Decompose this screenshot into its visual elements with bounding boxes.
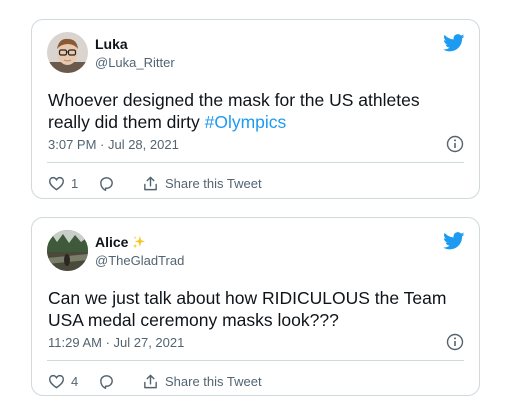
share-button[interactable]: Share this Tweet bbox=[142, 175, 262, 192]
like-count: 4 bbox=[71, 373, 79, 389]
action-bar: 1 Share this Tweet bbox=[48, 173, 262, 193]
tweet-card[interactable]: Luka @Luka_Ritter Whoever designed the m… bbox=[31, 19, 480, 199]
timestamp[interactable]: 11:29 AM · Jul 27, 2021 bbox=[48, 335, 184, 350]
share-label: Share this Tweet bbox=[165, 175, 262, 191]
reply-icon bbox=[100, 374, 113, 389]
tweet-text: Whoever designed the mask for the US ath… bbox=[48, 89, 458, 133]
tweet-card[interactable]: Alice @TheGladTrad Can we just talk abou… bbox=[31, 217, 480, 396]
like-button[interactable]: 4 bbox=[48, 373, 98, 390]
timestamp[interactable]: 3:07 PM · Jul 28, 2021 bbox=[48, 137, 179, 152]
share-button[interactable]: Share this Tweet bbox=[142, 373, 262, 390]
divider bbox=[47, 360, 464, 361]
sparkles-icon bbox=[133, 235, 146, 249]
info-icon[interactable] bbox=[446, 135, 464, 153]
twitter-bird-icon[interactable] bbox=[443, 232, 465, 250]
user-handle[interactable]: @Luka_Ritter bbox=[95, 55, 175, 70]
reply-icon bbox=[100, 176, 113, 191]
user-handle[interactable]: @TheGladTrad bbox=[95, 253, 184, 268]
avatar[interactable] bbox=[47, 230, 88, 271]
heart-icon bbox=[48, 374, 65, 389]
avatar[interactable] bbox=[47, 32, 88, 73]
like-button[interactable]: 1 bbox=[48, 175, 98, 192]
share-label: Share this Tweet bbox=[165, 373, 262, 389]
hashtag-link[interactable]: #Olympics bbox=[205, 112, 287, 132]
info-icon[interactable] bbox=[446, 333, 464, 351]
share-icon bbox=[144, 374, 157, 388]
twitter-bird-icon[interactable] bbox=[443, 34, 465, 52]
display-name[interactable]: Alice bbox=[95, 234, 128, 250]
share-icon bbox=[144, 176, 157, 190]
reply-button[interactable] bbox=[98, 373, 142, 390]
tweet-body: Can we just talk about how RIDICULOUS th… bbox=[48, 288, 447, 330]
heart-icon bbox=[48, 176, 65, 191]
display-name[interactable]: Luka bbox=[95, 36, 128, 52]
like-count: 1 bbox=[71, 175, 79, 191]
tweet-text: Can we just talk about how RIDICULOUS th… bbox=[48, 287, 458, 331]
divider bbox=[47, 162, 464, 163]
reply-button[interactable] bbox=[98, 175, 142, 192]
action-bar: 4 Share this Tweet bbox=[48, 371, 262, 391]
